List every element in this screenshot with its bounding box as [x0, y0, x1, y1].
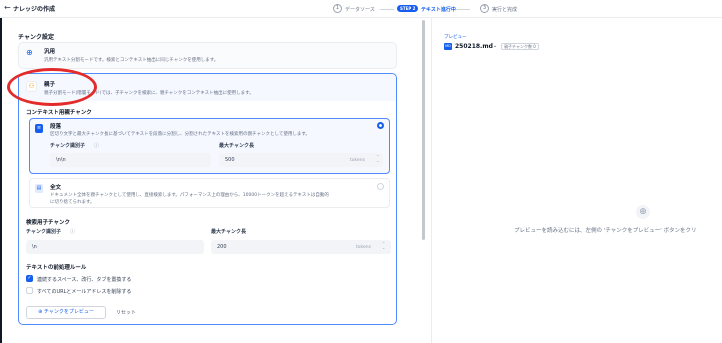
- preview-label: プレビュー: [444, 35, 467, 40]
- general-mode-title: 汎用: [44, 49, 56, 55]
- scrollbar[interactable]: [422, 20, 425, 240]
- full-doc-desc-line1: ドキュメント全体を親チャンクとして使用し、直接検索します。パフォーマンス上の理由…: [50, 193, 329, 198]
- general-mode-icon: ⊕: [26, 48, 33, 57]
- full-doc-icon: ▤: [35, 184, 43, 193]
- child-maxlen-stepper-icon[interactable]: ⌃ ⌄: [382, 242, 385, 250]
- paragraph-title: 段落: [50, 124, 62, 130]
- step-3-number: 3: [480, 4, 489, 13]
- step-3-label: 実行と完成: [492, 7, 518, 13]
- preprocess-rules-title: テキストの前処理ルール: [26, 265, 87, 271]
- parent-delimiter-input[interactable]: \n\n: [50, 153, 211, 167]
- parent-maxlen-unit: tokens: [350, 158, 365, 163]
- paragraph-icon: ≡: [35, 124, 43, 133]
- child-delimiter-label: チャンク識別子: [26, 229, 61, 235]
- rule-2-label: すべてのURLとメールアドレスを削除する: [37, 289, 132, 295]
- step-2-badge: STEP 2: [397, 5, 419, 12]
- annotation-circle: [7, 68, 97, 106]
- chevron-down-icon[interactable]: ⌄: [493, 43, 497, 49]
- search-icon: ⊕: [636, 205, 650, 219]
- preview-chunk-button[interactable]: ⊕ チャンクをプレビュー: [26, 306, 106, 319]
- full-doc-title: 全文: [50, 185, 62, 191]
- child-chunk-title: 検索用子チャンク: [26, 220, 70, 226]
- step-2-label: テキスト進行中: [421, 7, 456, 13]
- reset-button[interactable]: リセット: [116, 309, 136, 316]
- paragraph-radio[interactable]: [377, 122, 384, 129]
- context-parent-chunk-title: コンテキスト用親チャンク: [26, 110, 92, 116]
- window-edge: [0, 18, 2, 343]
- rule-1-checkbox[interactable]: ✓: [26, 275, 33, 282]
- info-icon: ⓘ: [94, 143, 100, 149]
- chunk-settings-title: チャンク設定: [18, 34, 54, 41]
- parent-delimiter-label: チャンク識別子: [50, 143, 85, 149]
- step-1-number: 1: [333, 4, 342, 13]
- rule-2-checkbox[interactable]: [26, 287, 33, 294]
- step-separator: [456, 9, 470, 10]
- child-maxlen-unit: tokens: [356, 245, 371, 250]
- parent-maxlen-stepper-icon[interactable]: ⌃ ⌄: [376, 155, 379, 163]
- parent-maxlen-label: 最大チャンク長: [219, 143, 254, 149]
- search-icon: ⊕: [38, 309, 43, 315]
- child-delimiter-input[interactable]: \n: [26, 240, 204, 254]
- back-arrow-icon[interactable]: ←: [4, 3, 11, 12]
- full-doc-radio[interactable]: [377, 183, 384, 190]
- general-mode-desc: 汎用テキスト分割モードです。検索とコンテキスト抽出に同じチャンクを使用します。: [44, 58, 219, 63]
- preview-empty-message: プレビューを読み込むには、左側の 'チャンクをプレビュー' ボタンをクリ: [514, 228, 697, 234]
- chunk-count-badge: 親子チャンク数 0: [501, 43, 539, 50]
- info-icon: ⓘ: [70, 229, 76, 235]
- panel-divider: [431, 18, 432, 343]
- rule-1-label: 連続するスペース、改行、タブを置換する: [37, 277, 132, 283]
- step-separator: [380, 9, 394, 10]
- general-mode-card[interactable]: [18, 42, 397, 69]
- step-1-label: データソース: [345, 7, 375, 13]
- markdown-file-icon: MD: [444, 43, 452, 50]
- preview-chunk-label: チャンクをプレビュー: [43, 309, 94, 315]
- full-doc-desc-line2: に切り捨てられます。: [50, 200, 95, 205]
- paragraph-desc: 区切り文字と最大チャンク長に基づいてテキストを段落に分割し、分割されたテキストを…: [50, 132, 310, 137]
- child-maxlen-label: 最大チャンク長: [211, 229, 246, 235]
- page-title: ナレッジの作成: [13, 6, 56, 13]
- preview-file-select[interactable]: 250218.md: [455, 43, 493, 50]
